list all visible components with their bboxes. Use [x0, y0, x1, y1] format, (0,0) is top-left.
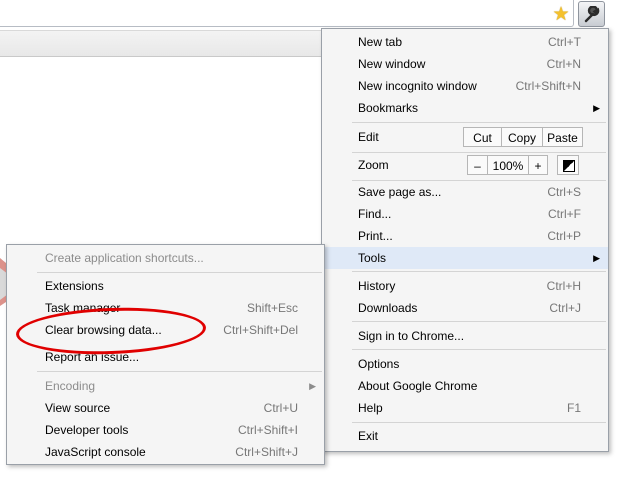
shortcut-label: Ctrl+S	[547, 185, 581, 199]
shortcut-label: Ctrl+H	[546, 279, 581, 293]
menu-item-label: History	[358, 279, 396, 293]
menu-item-javascript-console[interactable]: JavaScript console Ctrl+Shift+J	[7, 441, 324, 463]
tools-submenu: Create application shortcuts... Extensio…	[6, 244, 325, 465]
zoom-control-group: – 100% +	[467, 155, 583, 175]
chrome-main-menu: New tab Ctrl+T New window Ctrl+N New inc…	[321, 28, 609, 452]
zoom-level: 100%	[487, 155, 529, 175]
wrench-icon	[584, 6, 600, 23]
menu-item-label: Zoom	[358, 158, 389, 172]
cut-button[interactable]: Cut	[463, 127, 502, 147]
shortcut-label: Ctrl+Shift+Del	[223, 323, 298, 337]
menu-item-label: View source	[45, 401, 111, 415]
bookmark-bar	[0, 30, 322, 57]
menu-item-downloads[interactable]: Downloads Ctrl+J	[322, 297, 608, 319]
menu-item-label: Print...	[358, 229, 393, 243]
menu-item-developer-tools[interactable]: Developer tools Ctrl+Shift+I	[7, 419, 324, 441]
menu-item-label: Developer tools	[45, 423, 129, 437]
menu-item-sign-in[interactable]: Sign in to Chrome...	[322, 325, 608, 347]
menu-item-label: Edit	[358, 130, 379, 144]
menu-item-extensions[interactable]: Extensions	[7, 275, 324, 297]
menu-item-create-application-shortcuts: Create application shortcuts...	[7, 247, 324, 269]
wrench-menu-button[interactable]	[578, 1, 605, 27]
menu-item-help[interactable]: Help F1	[322, 397, 608, 419]
menu-item-bookmarks[interactable]: Bookmarks ▶	[322, 97, 608, 119]
zoom-in-button[interactable]: +	[528, 155, 548, 175]
menu-item-label: New incognito window	[358, 79, 477, 93]
menu-separator	[352, 349, 606, 350]
shortcut-label: Ctrl+Shift+J	[235, 445, 298, 459]
menu-item-edit: Edit Cut Copy Paste	[322, 125, 608, 149]
menu-item-new-window[interactable]: New window Ctrl+N	[322, 53, 608, 75]
menu-item-label: Exit	[358, 429, 379, 443]
menu-item-label: Tools	[358, 251, 387, 265]
menu-item-about[interactable]: About Google Chrome	[322, 375, 608, 397]
menu-separator	[37, 371, 322, 372]
submenu-arrow-icon: ▶	[309, 381, 316, 391]
menu-separator	[37, 272, 322, 273]
menu-item-label: About Google Chrome	[358, 379, 478, 393]
menu-item-new-incognito-window[interactable]: New incognito window Ctrl+Shift+N	[322, 75, 608, 97]
shortcut-label: Ctrl+N	[546, 57, 581, 71]
menu-item-label: Encoding	[45, 379, 96, 393]
omnibox[interactable]	[0, 0, 574, 27]
menu-item-label: Options	[358, 357, 400, 371]
menu-item-label: Create application shortcuts...	[45, 251, 204, 265]
zoom-out-button[interactable]: –	[467, 155, 488, 175]
shortcut-label: Shift+Esc	[246, 301, 298, 315]
menu-separator	[352, 271, 606, 272]
copy-button[interactable]: Copy	[501, 127, 543, 147]
submenu-arrow-icon: ▶	[593, 253, 600, 263]
shortcut-label: Ctrl+Shift+N	[515, 79, 581, 93]
menu-separator	[352, 422, 606, 423]
menu-item-save-page[interactable]: Save page as... Ctrl+S	[322, 181, 608, 203]
shortcut-label: F1	[566, 401, 581, 415]
menu-item-find[interactable]: Find... Ctrl+F	[322, 203, 608, 225]
menu-item-label: Extensions	[45, 279, 104, 293]
menu-item-options[interactable]: Options	[322, 353, 608, 375]
menu-item-label: Find...	[358, 207, 392, 221]
shortcut-label: Ctrl+U	[263, 401, 298, 415]
menu-item-label: JavaScript console	[45, 445, 146, 459]
submenu-arrow-icon: ▶	[593, 103, 600, 113]
menu-item-view-source[interactable]: View source Ctrl+U	[7, 397, 324, 419]
browser-toolbar: ★	[0, 0, 617, 30]
menu-item-label: Help	[358, 401, 383, 415]
menu-item-new-tab[interactable]: New tab Ctrl+T	[322, 31, 608, 53]
edit-button-group: Cut Copy Paste	[463, 127, 583, 147]
shortcut-label: Ctrl+Shift+I	[237, 423, 298, 437]
menu-separator	[352, 122, 606, 123]
shortcut-label: Ctrl+T	[548, 35, 581, 49]
menu-item-label: New window	[358, 57, 426, 71]
menu-item-label: Save page as...	[358, 185, 442, 199]
menu-item-encoding: Encoding ▶	[7, 375, 324, 397]
bookmark-star-icon[interactable]: ★	[551, 5, 571, 25]
menu-separator	[352, 321, 606, 322]
menu-item-zoom: Zoom – 100% +	[322, 153, 608, 177]
menu-item-label: New tab	[358, 35, 403, 49]
menu-item-history[interactable]: History Ctrl+H	[322, 275, 608, 297]
menu-item-label: Bookmarks	[358, 101, 419, 115]
shortcut-label: Ctrl+J	[549, 301, 581, 315]
shortcut-label: Ctrl+F	[548, 207, 581, 221]
menu-item-print[interactable]: Print... Ctrl+P	[322, 225, 608, 247]
menu-item-tools[interactable]: Tools ▶	[322, 247, 608, 269]
paste-button[interactable]: Paste	[542, 127, 583, 147]
fullscreen-icon[interactable]	[557, 155, 579, 175]
menu-item-label: Sign in to Chrome...	[358, 329, 465, 343]
menu-item-exit[interactable]: Exit	[322, 425, 608, 447]
menu-item-label: Downloads	[358, 301, 418, 315]
shortcut-label: Ctrl+P	[547, 229, 581, 243]
